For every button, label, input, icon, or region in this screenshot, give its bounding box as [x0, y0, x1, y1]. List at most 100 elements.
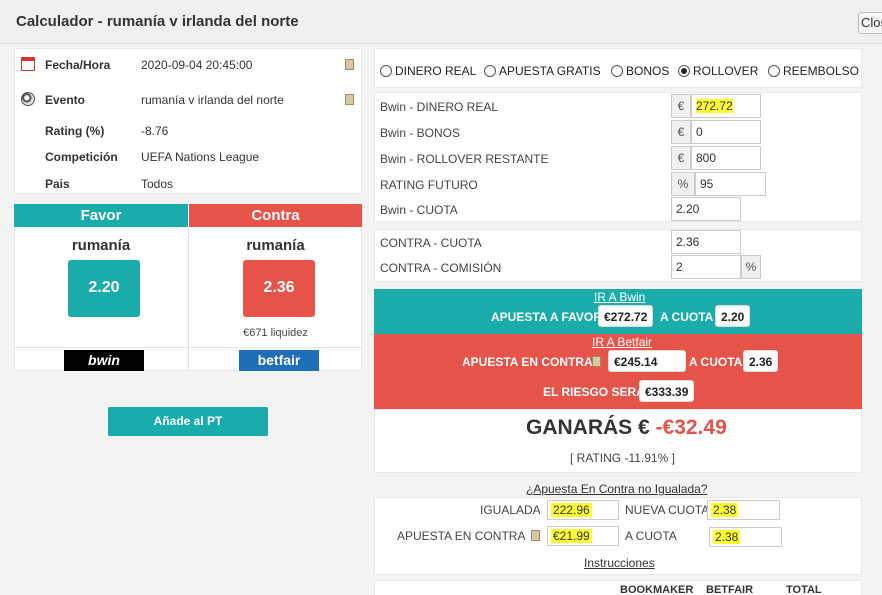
field-label: CONTRA - COMISIÓN	[380, 261, 502, 275]
igualada-label: IGUALADA	[480, 503, 541, 517]
euro-addon: €	[671, 120, 691, 144]
radio-dot[interactable]	[484, 65, 496, 77]
input-value: 222.96	[551, 503, 592, 517]
ganaras-display: GANARÁS € -€32.49	[526, 416, 727, 440]
col-total: TOTAL	[786, 584, 822, 595]
info-row-fecha: Fecha/Hora 2020-09-04 20:45:00	[15, 53, 361, 79]
info-value: rumanía v irlanda del norte	[141, 93, 284, 107]
riesgo-value: €333.39	[639, 380, 695, 402]
input-value: 2.38	[713, 530, 741, 544]
go-bwin-link[interactable]: IR A Bwin	[594, 290, 645, 304]
apuesta-contra-input[interactable]: €21.99	[547, 526, 619, 546]
radio-label: BONOS	[626, 64, 670, 78]
field-label: Bwin - BONOS	[380, 126, 461, 140]
contra-stake: €245.14	[608, 350, 686, 372]
radio-label: ROLLOVER	[693, 64, 759, 78]
info-value: UEFA Nations League	[141, 150, 260, 164]
window-title: Calculador - rumanía v irlanda del norte	[16, 13, 299, 30]
a-cuota-input[interactable]: 2.38	[709, 527, 782, 547]
football-icon	[21, 92, 35, 106]
percent-addon: %	[741, 255, 761, 279]
unmatched-link[interactable]: ¿Apuesta En Contra no Igualada?	[526, 482, 707, 496]
instrucciones-link[interactable]: Instrucciones	[584, 556, 655, 570]
contra-odds: 2.36	[243, 260, 315, 317]
copy-icon[interactable]	[531, 530, 540, 541]
contra-cuota: 2.36	[743, 350, 779, 372]
add-pt-button[interactable]: Añade al PT	[108, 407, 268, 436]
bwin-logo[interactable]: bwin	[64, 350, 144, 371]
radio-reembolso[interactable]: REEMBOLSO	[768, 64, 859, 78]
bonos-input[interactable]: 0	[691, 120, 761, 144]
ganaras-value: -€32.49	[655, 416, 727, 439]
field-label: Bwin - ROLLOVER RESTANTE	[380, 152, 549, 166]
contra-team: rumanía	[246, 237, 305, 254]
copy-icon[interactable]	[345, 94, 354, 105]
copy-icon[interactable]	[345, 59, 354, 70]
go-betfair-link[interactable]: IR A Betfair	[592, 335, 652, 349]
info-label: Pais	[45, 177, 70, 191]
info-value: 2020-09-04 20:45:00	[141, 58, 253, 72]
euro-addon: €	[671, 94, 691, 118]
radio-apuesta-gratis[interactable]: APUESTA GRATIS	[484, 64, 601, 78]
radio-label: DINERO REAL	[395, 64, 477, 78]
info-label: Competición	[45, 150, 118, 164]
radio-bonos[interactable]: BONOS	[611, 64, 669, 78]
title-bar: Calculador - rumanía v irlanda del norte…	[0, 0, 882, 44]
radio-dot[interactable]	[768, 65, 780, 77]
bwin-cuota-input[interactable]: 2.20	[671, 197, 741, 221]
radio-label: APUESTA GRATIS	[499, 64, 601, 78]
info-label: Evento	[45, 93, 86, 107]
contra-header: Contra	[189, 204, 362, 227]
dinero-real-input[interactable]: 272.72	[691, 94, 761, 118]
info-row-pais: Pais Todos	[15, 172, 361, 198]
a-cuota-label: A CUOTA	[625, 529, 677, 543]
rollover-input[interactable]: 800	[691, 146, 761, 170]
radio-dot-selected[interactable]	[678, 65, 690, 77]
favor-cuota-label: A CUOTA	[660, 310, 714, 324]
favor-team: rumanía	[71, 237, 131, 254]
nueva-cuota-input[interactable]: 2.38	[707, 500, 780, 520]
input-value: 2.38	[711, 503, 739, 517]
info-row-rating: Rating (%) -8.76	[15, 119, 361, 145]
col-betfair: BETFAIR	[706, 584, 754, 595]
event-info-panel: Fecha/Hora 2020-09-04 20:45:00 Evento ru…	[14, 48, 362, 194]
comision-input[interactable]: 2	[671, 255, 741, 279]
percent-addon: %	[671, 172, 695, 196]
field-label: CONTRA - CUOTA	[380, 236, 482, 250]
contra-cuota-label: A CUOTA	[689, 355, 743, 369]
igualada-input[interactable]: 222.96	[547, 500, 619, 520]
row-divider	[14, 347, 362, 348]
radio-dinero-real[interactable]: DINERO REAL	[380, 64, 476, 78]
radio-label: REEMBOLSO	[783, 64, 860, 78]
column-divider	[188, 227, 189, 371]
info-label: Rating (%)	[45, 124, 105, 138]
favor-stake: €272.72	[598, 305, 654, 327]
rating-futuro-input[interactable]: 95	[695, 172, 766, 196]
nueva-cuota-label: NUEVA CUOTA	[625, 503, 710, 517]
apuesta-contra-label: APUESTA EN CONTRA	[397, 529, 526, 543]
contra-cuota-input[interactable]: 2.36	[671, 230, 741, 254]
close-button[interactable]: Close	[858, 12, 882, 34]
info-value: -8.76	[141, 124, 169, 138]
favor-odds: 2.20	[68, 260, 140, 317]
input-value: €21.99	[551, 529, 592, 543]
radio-dot[interactable]	[380, 65, 392, 77]
info-row-evento: Evento rumanía v irlanda del norte	[15, 88, 361, 114]
betfair-logo[interactable]: betfair	[239, 350, 319, 371]
riesgo-label: EL RIESGO SERÁ	[543, 385, 645, 399]
input-value: 272.72	[696, 99, 733, 113]
radio-dot[interactable]	[611, 65, 623, 77]
field-label: Bwin - CUOTA	[380, 203, 458, 217]
radio-rollover[interactable]: ROLLOVER	[678, 64, 758, 78]
info-label: Fecha/Hora	[45, 58, 111, 72]
favor-cuota: 2.20	[715, 305, 751, 327]
calendar-icon	[21, 57, 35, 71]
ganaras-label: GANARÁS €	[526, 416, 650, 439]
field-label: Bwin - DINERO REAL	[380, 100, 499, 114]
field-label: RATING FUTURO	[380, 178, 478, 192]
info-row-competicion: Competición UEFA Nations League	[15, 145, 361, 171]
euro-addon: €	[671, 146, 691, 170]
rating-result: [ RATING -11.91% ]	[570, 451, 675, 465]
col-bookmaker: BOOKMAKER	[620, 584, 694, 595]
copy-icon[interactable]	[592, 356, 601, 367]
